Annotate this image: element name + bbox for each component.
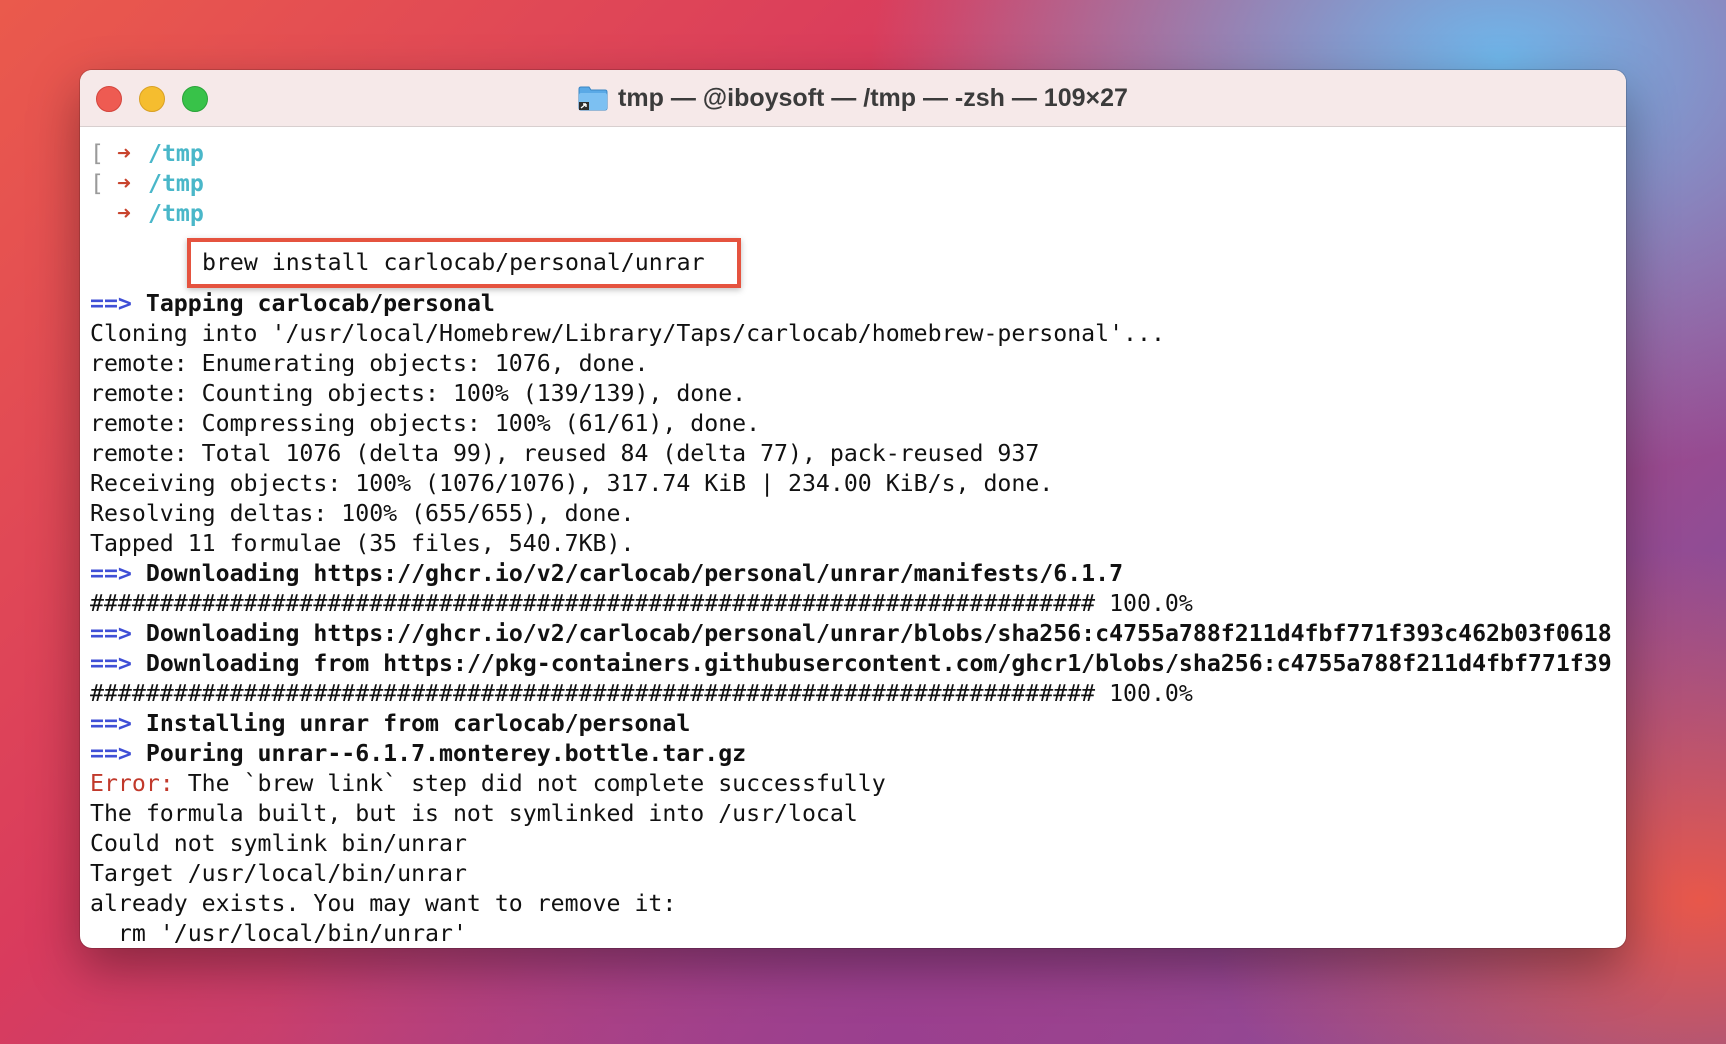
step-marker: ==> [90, 740, 132, 767]
prompt-cwd: /tmp [148, 140, 204, 167]
error-line: Error: The `brew link` step did not comp… [90, 769, 1626, 799]
error-message: The `brew link` step did not complete su… [173, 770, 886, 797]
output-line: Target /usr/local/bin/unrar [90, 860, 467, 887]
output-line: rm '/usr/local/bin/unrar' [90, 920, 467, 947]
output-line: ==> Tapping carlocab/personal [90, 289, 1626, 319]
output-line: ==> Downloading from https://pkg-contain… [90, 649, 1626, 679]
output-line: remote: Compressing objects: 100% (61/61… [90, 410, 761, 437]
output-line: remote: Total 1076 (delta 99), reused 84… [90, 440, 1040, 467]
arrow-icon: ➜ [117, 140, 131, 167]
prompt-cwd: /tmp [148, 170, 204, 197]
output-line: Tapped 11 formulae (35 files, 540.7KB). [90, 530, 635, 557]
step-heading: Downloading from https://pkg-containers.… [145, 650, 1612, 677]
output-line: ==> Downloading https://ghcr.io/v2/carlo… [90, 619, 1626, 649]
highlighted-command: brew install carlocab/personal/unrar [187, 238, 741, 288]
step-heading: Pouring unrar--6.1.7.monterey.bottle.tar… [145, 740, 747, 767]
folder-icon [578, 85, 608, 111]
step-marker: ==> [90, 560, 132, 587]
progress-line: ########################################… [90, 590, 1193, 617]
window-title-area: tmp — @iboysoft — /tmp — -zsh — 109×27 [80, 70, 1626, 126]
output-line: remote: Counting objects: 100% (139/139)… [90, 380, 747, 407]
arrow-icon: ➜ [117, 170, 131, 197]
output-line: Cloning into '/usr/local/Homebrew/Librar… [90, 320, 1165, 347]
output-line: The formula built, but is not symlinked … [90, 800, 858, 827]
output-line: ==> Pouring unrar--6.1.7.monterey.bottle… [90, 739, 1626, 769]
step-marker: ==> [90, 650, 132, 677]
step-heading: Downloading https://ghcr.io/v2/carlocab/… [145, 620, 1612, 647]
prompt-line: ➜ /tmp [90, 199, 1626, 229]
step-marker: ==> [90, 290, 132, 317]
step-marker: ==> [90, 620, 132, 647]
prompt-line: [➜/tmp] [90, 139, 1626, 169]
terminal-window[interactable]: tmp — @iboysoft — /tmp — -zsh — 109×27 [… [80, 70, 1626, 948]
progress-line: ########################################… [90, 680, 1193, 707]
output-line: remote: Enumerating objects: 1076, done. [90, 350, 649, 377]
output-line: ==> Downloading https://ghcr.io/v2/carlo… [90, 559, 1626, 589]
output-line: Resolving deltas: 100% (655/655), done. [90, 500, 635, 527]
output-line: Receiving objects: 100% (1076/1076), 317… [90, 470, 1054, 497]
prompt-cwd: /tmp [148, 200, 204, 227]
window-title: tmp — @iboysoft — /tmp — -zsh — 109×27 [618, 83, 1128, 112]
output-line: Could not symlink bin/unrar [90, 830, 467, 857]
bracket-left: [ [90, 140, 104, 167]
terminal-output[interactable]: [➜/tmp] [➜/tmp] ➜/tmp ==> Tapping carloc… [80, 127, 1626, 948]
bracket-left: [ [90, 170, 104, 197]
step-heading: Downloading https://ghcr.io/v2/carlocab/… [145, 560, 1124, 587]
step-heading: Installing unrar from carlocab/personal [145, 710, 691, 737]
step-marker: ==> [90, 710, 132, 737]
step-heading: Tapping carlocab/personal [145, 290, 495, 317]
arrow-icon: ➜ [117, 200, 131, 227]
output-line: already exists. You may want to remove i… [90, 890, 677, 917]
error-label: Error: [90, 770, 174, 797]
output-line: ==> Installing unrar from carlocab/perso… [90, 709, 1626, 739]
prompt-line: [➜/tmp] [90, 169, 1626, 199]
title-bar[interactable]: tmp — @iboysoft — /tmp — -zsh — 109×27 [80, 70, 1626, 127]
